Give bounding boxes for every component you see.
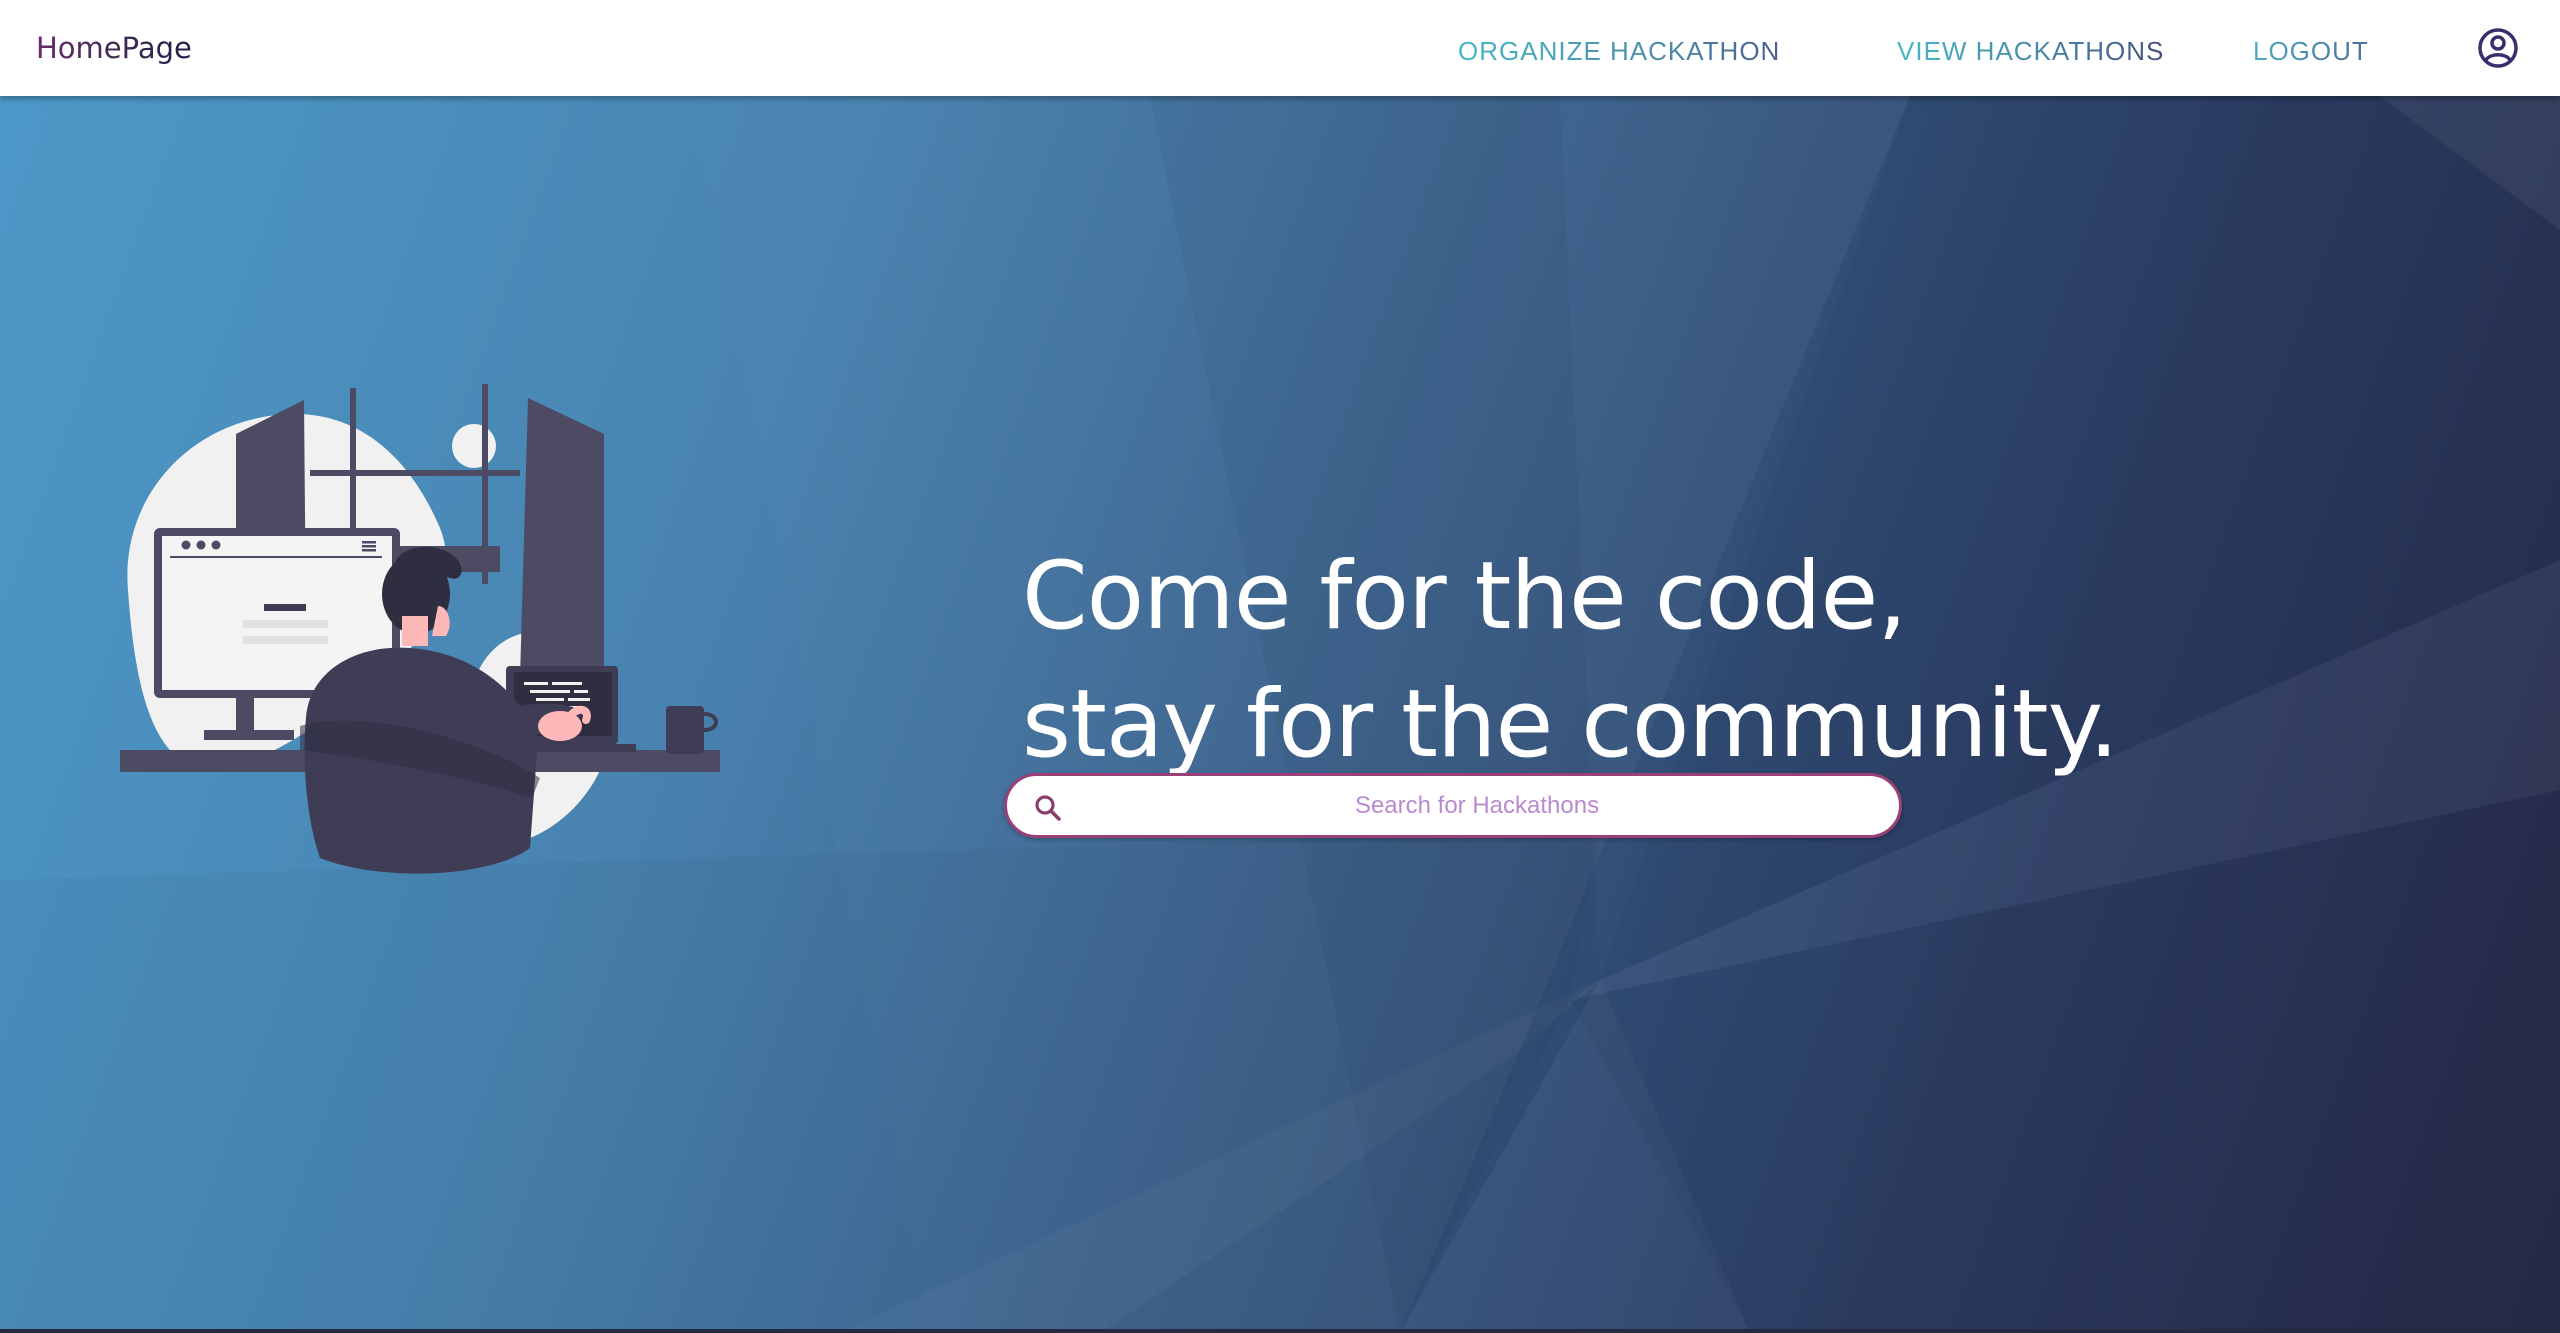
headline-line-2: stay for the community. — [1022, 669, 2119, 779]
search-bar[interactable] — [1004, 773, 1902, 838]
nav-organize-hackathon[interactable]: ORGANIZE HACKATHON — [1458, 33, 1780, 69]
nav-logout[interactable]: LOGOUT — [2253, 33, 2369, 69]
hero-headline: Come for the code, stay for the communit… — [1022, 533, 2119, 789]
nav-view-hackathons[interactable]: VIEW HACKATHONS — [1897, 33, 2164, 69]
headline-line-1: Come for the code, — [1022, 541, 1907, 651]
top-navbar: HomePage ORGANIZE HACKATHON VIEW HACKATH… — [0, 0, 2560, 96]
search-icon[interactable] — [1033, 793, 1063, 823]
search-input[interactable] — [1077, 776, 1877, 835]
page-bottom-edge — [0, 1329, 2560, 1333]
page: HomePage ORGANIZE HACKATHON VIEW HACKATH… — [0, 0, 2560, 1333]
account-circle-icon[interactable] — [2476, 26, 2520, 70]
brand-logo[interactable]: HomePage — [36, 30, 192, 66]
developer-at-desk-illustration — [120, 384, 720, 874]
